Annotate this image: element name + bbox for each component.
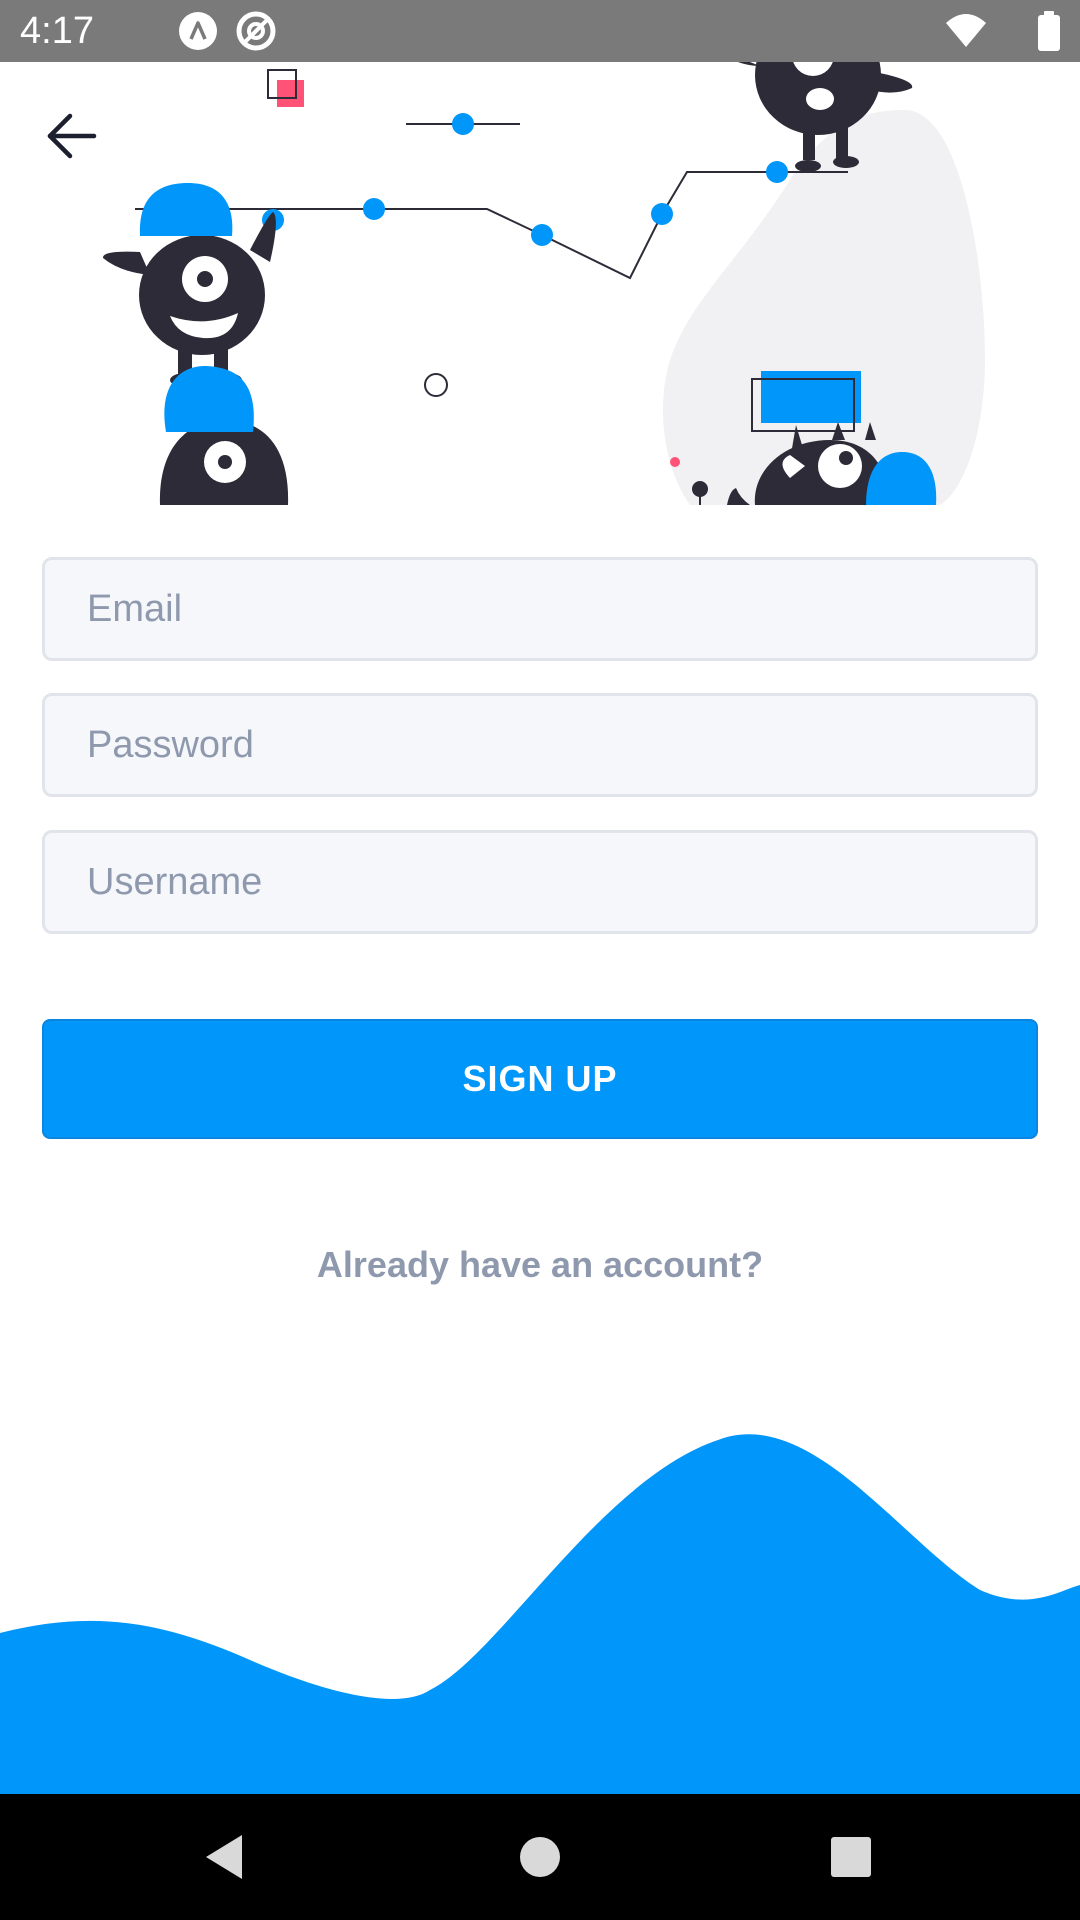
nav-home-button[interactable] <box>508 1825 572 1889</box>
chart-dot <box>531 224 553 246</box>
chart-dot <box>452 113 474 135</box>
monster-left-bottom <box>159 365 289 505</box>
chart-dot <box>651 203 673 225</box>
arrow-left-icon <box>47 113 97 159</box>
hollow-circle <box>424 373 448 397</box>
home-circle-icon <box>520 1837 560 1877</box>
back-button[interactable] <box>40 105 106 171</box>
email-field[interactable] <box>45 560 1035 658</box>
autoplay-notification-icon <box>178 11 218 51</box>
status-time: 4:17 <box>20 10 94 52</box>
nav-recents-button[interactable] <box>818 1825 882 1889</box>
back-triangle-icon <box>206 1835 242 1879</box>
header-illustration <box>0 0 1080 505</box>
email-field-container <box>42 557 1038 661</box>
chart-dot <box>766 161 788 183</box>
wifi-icon <box>944 11 988 51</box>
pink-square <box>277 80 304 107</box>
password-field[interactable] <box>45 696 1035 794</box>
password-field-container <box>42 693 1038 797</box>
already-have-account-link[interactable]: Already have an account? <box>0 1240 1080 1290</box>
navigation-bar <box>0 1794 1080 1920</box>
nav-back-button[interactable] <box>194 1825 258 1889</box>
decorative-wave <box>0 1420 1080 1794</box>
blocked-notification-icon <box>236 11 276 51</box>
sign-up-button[interactable]: SIGN UP <box>42 1019 1038 1139</box>
chart-dot <box>363 198 385 220</box>
monster-left-top <box>102 183 276 387</box>
pink-dot <box>670 457 680 467</box>
status-bar: 4:17 <box>0 0 1080 62</box>
username-field[interactable] <box>45 833 1035 931</box>
battery-icon <box>1036 11 1062 51</box>
username-field-container <box>42 830 1038 934</box>
recents-square-icon <box>831 1837 871 1877</box>
